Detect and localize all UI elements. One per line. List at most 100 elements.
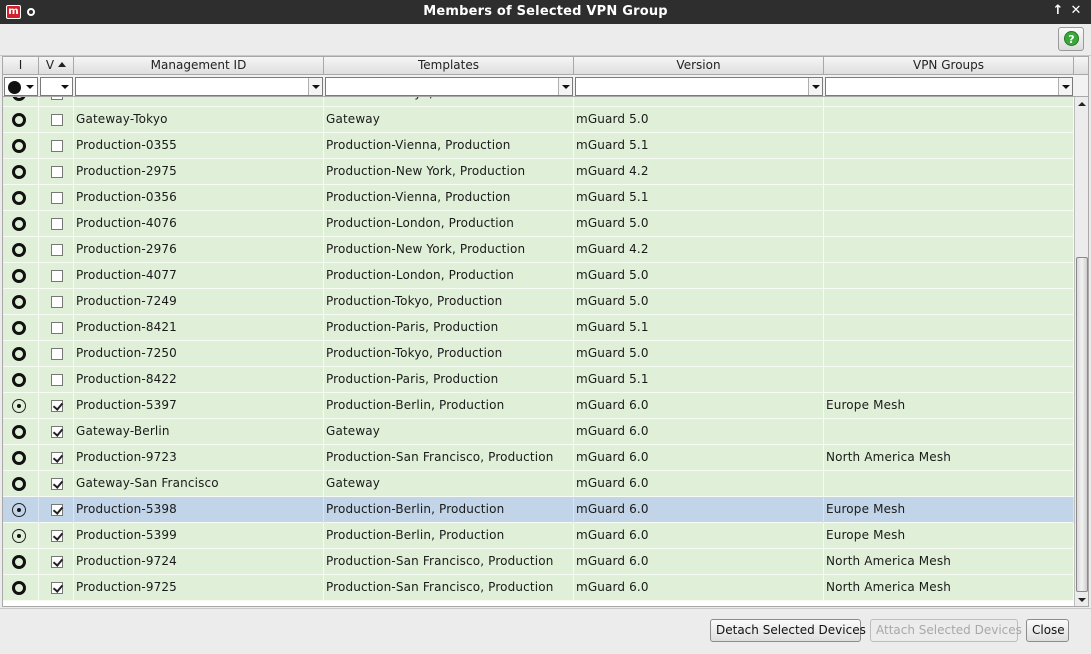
row-checkbox[interactable] xyxy=(51,244,63,256)
version-cell: mGuard 5.0 xyxy=(574,263,824,289)
scrollbar-thumb[interactable] xyxy=(1076,257,1088,592)
row-checkbox[interactable] xyxy=(51,114,63,126)
attach-selected-devices-button[interactable]: Attach Selected Devices xyxy=(870,619,1022,642)
templates-cell: Production-Tokyo, Production xyxy=(324,97,574,107)
row-checkbox[interactable] xyxy=(51,452,63,464)
close-button[interactable]: Close xyxy=(1026,619,1069,642)
row-checkbox[interactable] xyxy=(51,322,63,334)
status-cell xyxy=(3,289,39,315)
table-row[interactable]: Production-9725 Production-San Francisco,… xyxy=(3,575,1074,601)
detach-selected-devices-button[interactable]: Detach Selected Devices xyxy=(710,619,866,642)
table-row[interactable]: Production-7248Production-Tokyo, Product… xyxy=(3,97,1074,107)
table-row[interactable]: Gateway-Berlin Gateway mGuard 6.0 xyxy=(3,419,1074,445)
management-id-cell: Production-0355 xyxy=(74,133,324,159)
checkbox-cell xyxy=(39,497,74,523)
row-checkbox[interactable] xyxy=(51,192,63,204)
version-filter-combo[interactable] xyxy=(575,77,823,96)
table-row[interactable]: Gateway-San Francisco Gateway mGuard 6.0 xyxy=(3,471,1074,497)
row-checkbox[interactable] xyxy=(51,556,63,568)
table-row[interactable]: Production-0356 Production-Vienna, Produc… xyxy=(3,185,1074,211)
table-row[interactable]: Production-5397 Production-Berlin, Produc… xyxy=(3,393,1074,419)
scroll-down-icon[interactable] xyxy=(1075,593,1088,606)
status-filter-dot-icon xyxy=(8,81,21,94)
management-id-cell: Production-2976 xyxy=(74,237,324,263)
status-cell xyxy=(3,393,39,419)
management-id-cell: Production-8421 xyxy=(74,315,324,341)
chevron-down-icon[interactable] xyxy=(1058,78,1072,95)
table-row[interactable]: Production-4076 Production-London, Produc… xyxy=(3,211,1074,237)
vpn-filter-select[interactable] xyxy=(40,77,73,96)
column-header-management-id[interactable]: Management ID xyxy=(74,57,324,75)
row-checkbox[interactable] xyxy=(51,270,63,282)
row-checkbox[interactable] xyxy=(51,166,63,178)
maximize-icon[interactable]: ↑ xyxy=(1050,3,1066,19)
table-row[interactable]: Gateway-Tokyo Gateway mGuard 5.0 xyxy=(3,107,1074,133)
row-checkbox[interactable] xyxy=(51,348,63,360)
column-header-i[interactable]: I xyxy=(3,57,39,75)
column-header-version[interactable]: Version xyxy=(574,57,824,75)
chevron-down-icon[interactable] xyxy=(308,78,322,95)
row-checkbox[interactable] xyxy=(51,426,63,438)
table-row[interactable]: Production-8422 Production-Paris, Product… xyxy=(3,367,1074,393)
vpn-target-icon xyxy=(12,529,26,543)
table-row[interactable]: Production-9723 Production-San Francisco,… xyxy=(3,445,1074,471)
templates-filter-combo[interactable] xyxy=(325,77,573,96)
title-bar[interactable]: m Members of Selected VPN Group ↑ ✕ xyxy=(0,0,1091,24)
status-ring-icon xyxy=(12,113,26,127)
row-checkbox[interactable] xyxy=(51,374,63,386)
table-row[interactable]: Production-8421 Production-Paris, Product… xyxy=(3,315,1074,341)
checkbox-cell xyxy=(39,393,74,419)
vpn-groups-cell xyxy=(824,237,1074,263)
checkbox-cell xyxy=(39,211,74,237)
row-checkbox[interactable] xyxy=(51,140,63,152)
management-id-filter-combo[interactable] xyxy=(75,77,323,96)
row-checkbox[interactable] xyxy=(51,530,63,542)
column-header-vpn-groups[interactable]: VPN Groups xyxy=(824,57,1074,75)
table-row[interactable]: Production-2975 Production-New York, Prod… xyxy=(3,159,1074,185)
table-row[interactable]: Production-2976 Production-New York, Prod… xyxy=(3,237,1074,263)
help-button[interactable]: ? xyxy=(1058,27,1084,51)
close-window-icon[interactable]: ✕ xyxy=(1068,3,1084,19)
vpn-groups-cell xyxy=(824,289,1074,315)
row-checkbox[interactable] xyxy=(51,582,63,594)
row-checkbox[interactable] xyxy=(51,97,63,100)
checkbox-cell xyxy=(39,575,74,601)
table-row[interactable]: Production-9724 Production-San Francisco,… xyxy=(3,549,1074,575)
templates-cell: Production-San Francisco, Production xyxy=(324,549,574,575)
table-row[interactable]: Production-7249 Production-Tokyo, Product… xyxy=(3,289,1074,315)
vpn-target-icon xyxy=(12,399,26,413)
checkbox-cell xyxy=(39,107,74,133)
table-row[interactable]: Production-5399 Production-Berlin, Produc… xyxy=(3,523,1074,549)
table-row[interactable]: Production-5398 Production-Berlin, Produc… xyxy=(3,497,1074,523)
table-row[interactable]: Production-0355 Production-Vienna, Produc… xyxy=(3,133,1074,159)
management-id-cell: Production-9725 xyxy=(74,575,324,601)
templates-cell: Production-Vienna, Production xyxy=(324,133,574,159)
templates-cell: Production-Paris, Production xyxy=(324,315,574,341)
row-checkbox[interactable] xyxy=(51,504,63,516)
templates-cell: Gateway xyxy=(324,471,574,497)
table-row[interactable]: Production-7250 Production-Tokyo, Product… xyxy=(3,341,1074,367)
version-cell: mGuard 6.0 xyxy=(574,393,824,419)
version-cell: mGuard 5.0 xyxy=(574,107,824,133)
row-checkbox[interactable] xyxy=(51,478,63,490)
version-cell: mGuard 6.0 xyxy=(574,575,824,601)
row-checkbox[interactable] xyxy=(51,218,63,230)
row-checkbox[interactable] xyxy=(51,400,63,412)
checkbox-cell xyxy=(39,549,74,575)
vpn-groups-filter-combo[interactable] xyxy=(825,77,1073,96)
management-id-cell: Production-8422 xyxy=(74,367,324,393)
filter-row xyxy=(3,75,1088,97)
status-filter-select[interactable] xyxy=(4,77,38,96)
chevron-down-icon[interactable] xyxy=(808,78,822,95)
status-ring-icon xyxy=(12,373,26,387)
column-header-v[interactable]: V xyxy=(39,57,74,75)
templates-cell: Gateway xyxy=(324,107,574,133)
vertical-scrollbar[interactable] xyxy=(1074,97,1088,606)
scroll-up-icon[interactable] xyxy=(1075,97,1088,111)
row-checkbox[interactable] xyxy=(51,296,63,308)
table-row[interactable]: Production-4077 Production-London, Produc… xyxy=(3,263,1074,289)
chevron-down-icon[interactable] xyxy=(558,78,572,95)
column-header-templates[interactable]: Templates xyxy=(324,57,574,75)
status-ring-icon xyxy=(12,97,26,101)
version-cell: mGuard 5.0 xyxy=(574,97,824,107)
